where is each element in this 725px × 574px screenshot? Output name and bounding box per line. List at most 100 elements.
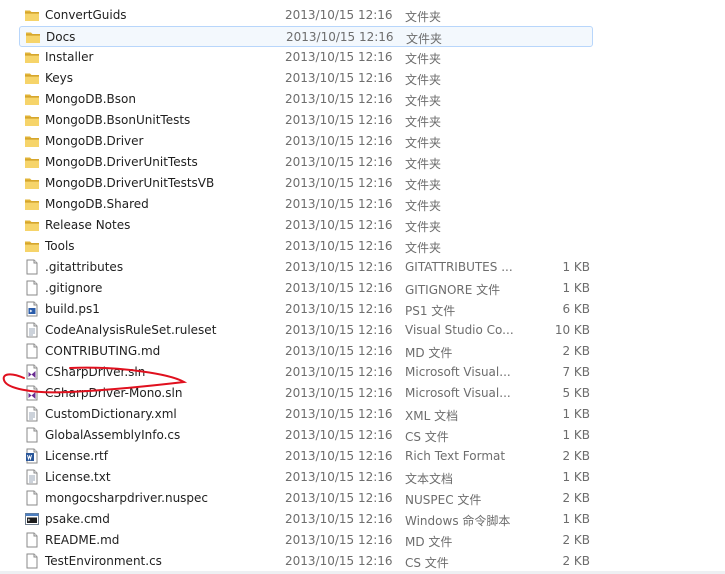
file-name: CSharpDriver-Mono.sln [45,386,183,400]
file-row[interactable]: MongoDB.DriverUnitTests 2013/10/15 12:16 文… [19,152,593,173]
word-document-icon [24,448,40,464]
file-type: 文本文档 [405,472,454,486]
file-row[interactable]: .gitignore 2013/10/15 12:16 GITIGNORE 文件 1 … [19,278,593,299]
modified-date: 2013/10/15 12:16 [285,365,393,379]
file-row[interactable]: License.txt 2013/10/15 12:16 文本文档 1 KB [19,467,593,488]
file-row[interactable]: MongoDB.DriverUnitTestsVB 2013/10/15 12:1… [19,173,593,194]
modified-date: 2013/10/15 12:16 [285,176,393,190]
file-row[interactable]: Installer 2013/10/15 12:16 文件夹 [19,47,593,68]
file-row[interactable]: CodeAnalysisRuleSet.ruleset 2013/10/15 12… [19,320,593,341]
file-row[interactable]: Release Notes 2013/10/15 12:16 文件夹 [19,215,593,236]
file-name: MongoDB.DriverUnitTestsVB [45,176,215,190]
modified-date: 2013/10/15 12:16 [285,218,393,232]
file-row[interactable]: CSharpDriver-Mono.sln 2013/10/15 12:16 Mic… [19,383,593,404]
file-icon [24,490,40,506]
file-name: Release Notes [45,218,131,232]
folder-icon [24,196,40,212]
file-row[interactable]: MongoDB.Bson 2013/10/15 12:16 文件夹 [19,89,593,110]
file-row[interactable]: GlobalAssemblyInfo.cs 2013/10/15 12:16 CS … [19,425,593,446]
modified-date: 2013/10/15 12:16 [285,302,393,316]
file-size: 1 KB [562,470,590,484]
modified-date: 2013/10/15 12:16 [285,491,393,505]
modified-date: 2013/10/15 12:16 [285,449,393,463]
file-row[interactable]: Tools 2013/10/15 12:16 文件夹 [19,236,593,257]
file-size: 1 KB [562,260,590,274]
file-icon [24,280,40,296]
file-icon [24,427,40,443]
file-name: TestEnvironment.cs [45,554,162,568]
folder-icon [24,91,40,107]
file-name: build.ps1 [45,302,100,316]
modified-date: 2013/10/15 12:16 [285,386,393,400]
file-row[interactable]: README.md 2013/10/15 12:16 MD 文件 2 KB [19,530,593,551]
file-type: 文件夹 [405,94,442,108]
file-type: 文件夹 [405,241,442,255]
file-name: Docs [46,30,76,44]
file-name: Keys [45,71,74,85]
file-size: 2 KB [562,344,590,358]
file-row[interactable]: MongoDB.BsonUnitTests 2013/10/15 12:16 文件夹 [19,110,593,131]
file-name: CONTRIBUTING.md [45,344,161,358]
file-row[interactable]: .gitattributes 2013/10/15 12:16 GITATTRIBU… [19,257,593,278]
file-row[interactable]: MongoDB.Driver 2013/10/15 12:16 文件夹 [19,131,593,152]
file-type: Microsoft Visual... [405,365,511,379]
file-name: CustomDictionary.xml [45,407,177,421]
file-size: 1 KB [562,407,590,421]
file-icon [24,259,40,275]
file-name: MongoDB.Bson [45,92,136,106]
file-size: 1 KB [562,512,590,526]
file-type: GITATTRIBUTES ... [405,260,513,274]
folder-icon [24,49,40,65]
file-icon [24,532,40,548]
file-size: 1 KB [562,281,590,295]
file-row[interactable]: CustomDictionary.xml 2013/10/15 12:16 XML … [19,404,593,425]
file-name: ConvertGuids [45,8,127,22]
file-row[interactable]: License.rtf 2013/10/15 12:16 Rich Text For… [19,446,593,467]
file-row[interactable]: Keys 2013/10/15 12:16 文件夹 [19,68,593,89]
file-name: MongoDB.BsonUnitTests [45,113,191,127]
file-type: XML 文档 [405,409,459,423]
folder-icon [24,70,40,86]
modified-date: 2013/10/15 12:16 [285,533,393,547]
file-row[interactable]: ConvertGuids 2013/10/15 12:16 文件夹 [19,5,593,26]
folder-icon [24,238,40,254]
file-row[interactable]: TestEnvironment.cs 2013/10/15 12:16 CS 文件 2… [19,551,593,572]
visual-studio-solution-icon [24,385,40,401]
file-type: 文件夹 [405,10,442,24]
file-row[interactable]: CONTRIBUTING.md 2013/10/15 12:16 MD 文件 2 KB [19,341,593,362]
file-name: MongoDB.Shared [45,197,149,211]
file-size: 1 KB [562,428,590,442]
file-name: README.md [45,533,120,547]
file-type: 文件夹 [405,157,442,171]
text-file-icon [24,469,40,485]
modified-date: 2013/10/15 12:16 [286,30,394,44]
file-name: License.txt [45,470,111,484]
file-type: GITIGNORE 文件 [405,283,501,297]
modified-date: 2013/10/15 12:16 [285,8,393,22]
file-type: 文件夹 [405,136,442,150]
file-row[interactable]: mongocsharpdriver.nuspec 2013/10/15 12:16… [19,488,593,509]
file-size: 2 KB [562,554,590,568]
file-row[interactable]: Docs 2013/10/15 12:16 文件夹 [19,26,593,47]
file-row[interactable]: psake.cmd 2013/10/15 12:16 Windows 命令脚本 1 K… [19,509,593,530]
file-type: CS 文件 [405,556,449,570]
file-name: MongoDB.Driver [45,134,144,148]
command-script-icon [24,511,40,527]
modified-date: 2013/10/15 12:16 [285,344,393,358]
file-type: Rich Text Format [405,449,506,463]
modified-date: 2013/10/15 12:16 [285,197,393,211]
file-type: 文件夹 [405,73,442,87]
file-row[interactable]: build.ps1 2013/10/15 12:16 PS1 文件 6 KB [19,299,593,320]
file-row[interactable]: MongoDB.Shared 2013/10/15 12:16 文件夹 [19,194,593,215]
file-icon [24,343,40,359]
file-type: Visual Studio Co... [405,323,514,337]
file-row[interactable]: CSharpDriver.sln 2013/10/15 12:16 Microsof… [19,362,593,383]
file-type: 文件夹 [405,199,442,213]
file-type: Windows 命令脚本 [405,514,511,528]
folder-icon [24,112,40,128]
folder-icon [25,29,41,45]
modified-date: 2013/10/15 12:16 [285,113,393,127]
file-name: .gitignore [45,281,103,295]
file-name: License.rtf [45,449,108,463]
file-size: 2 KB [562,449,590,463]
